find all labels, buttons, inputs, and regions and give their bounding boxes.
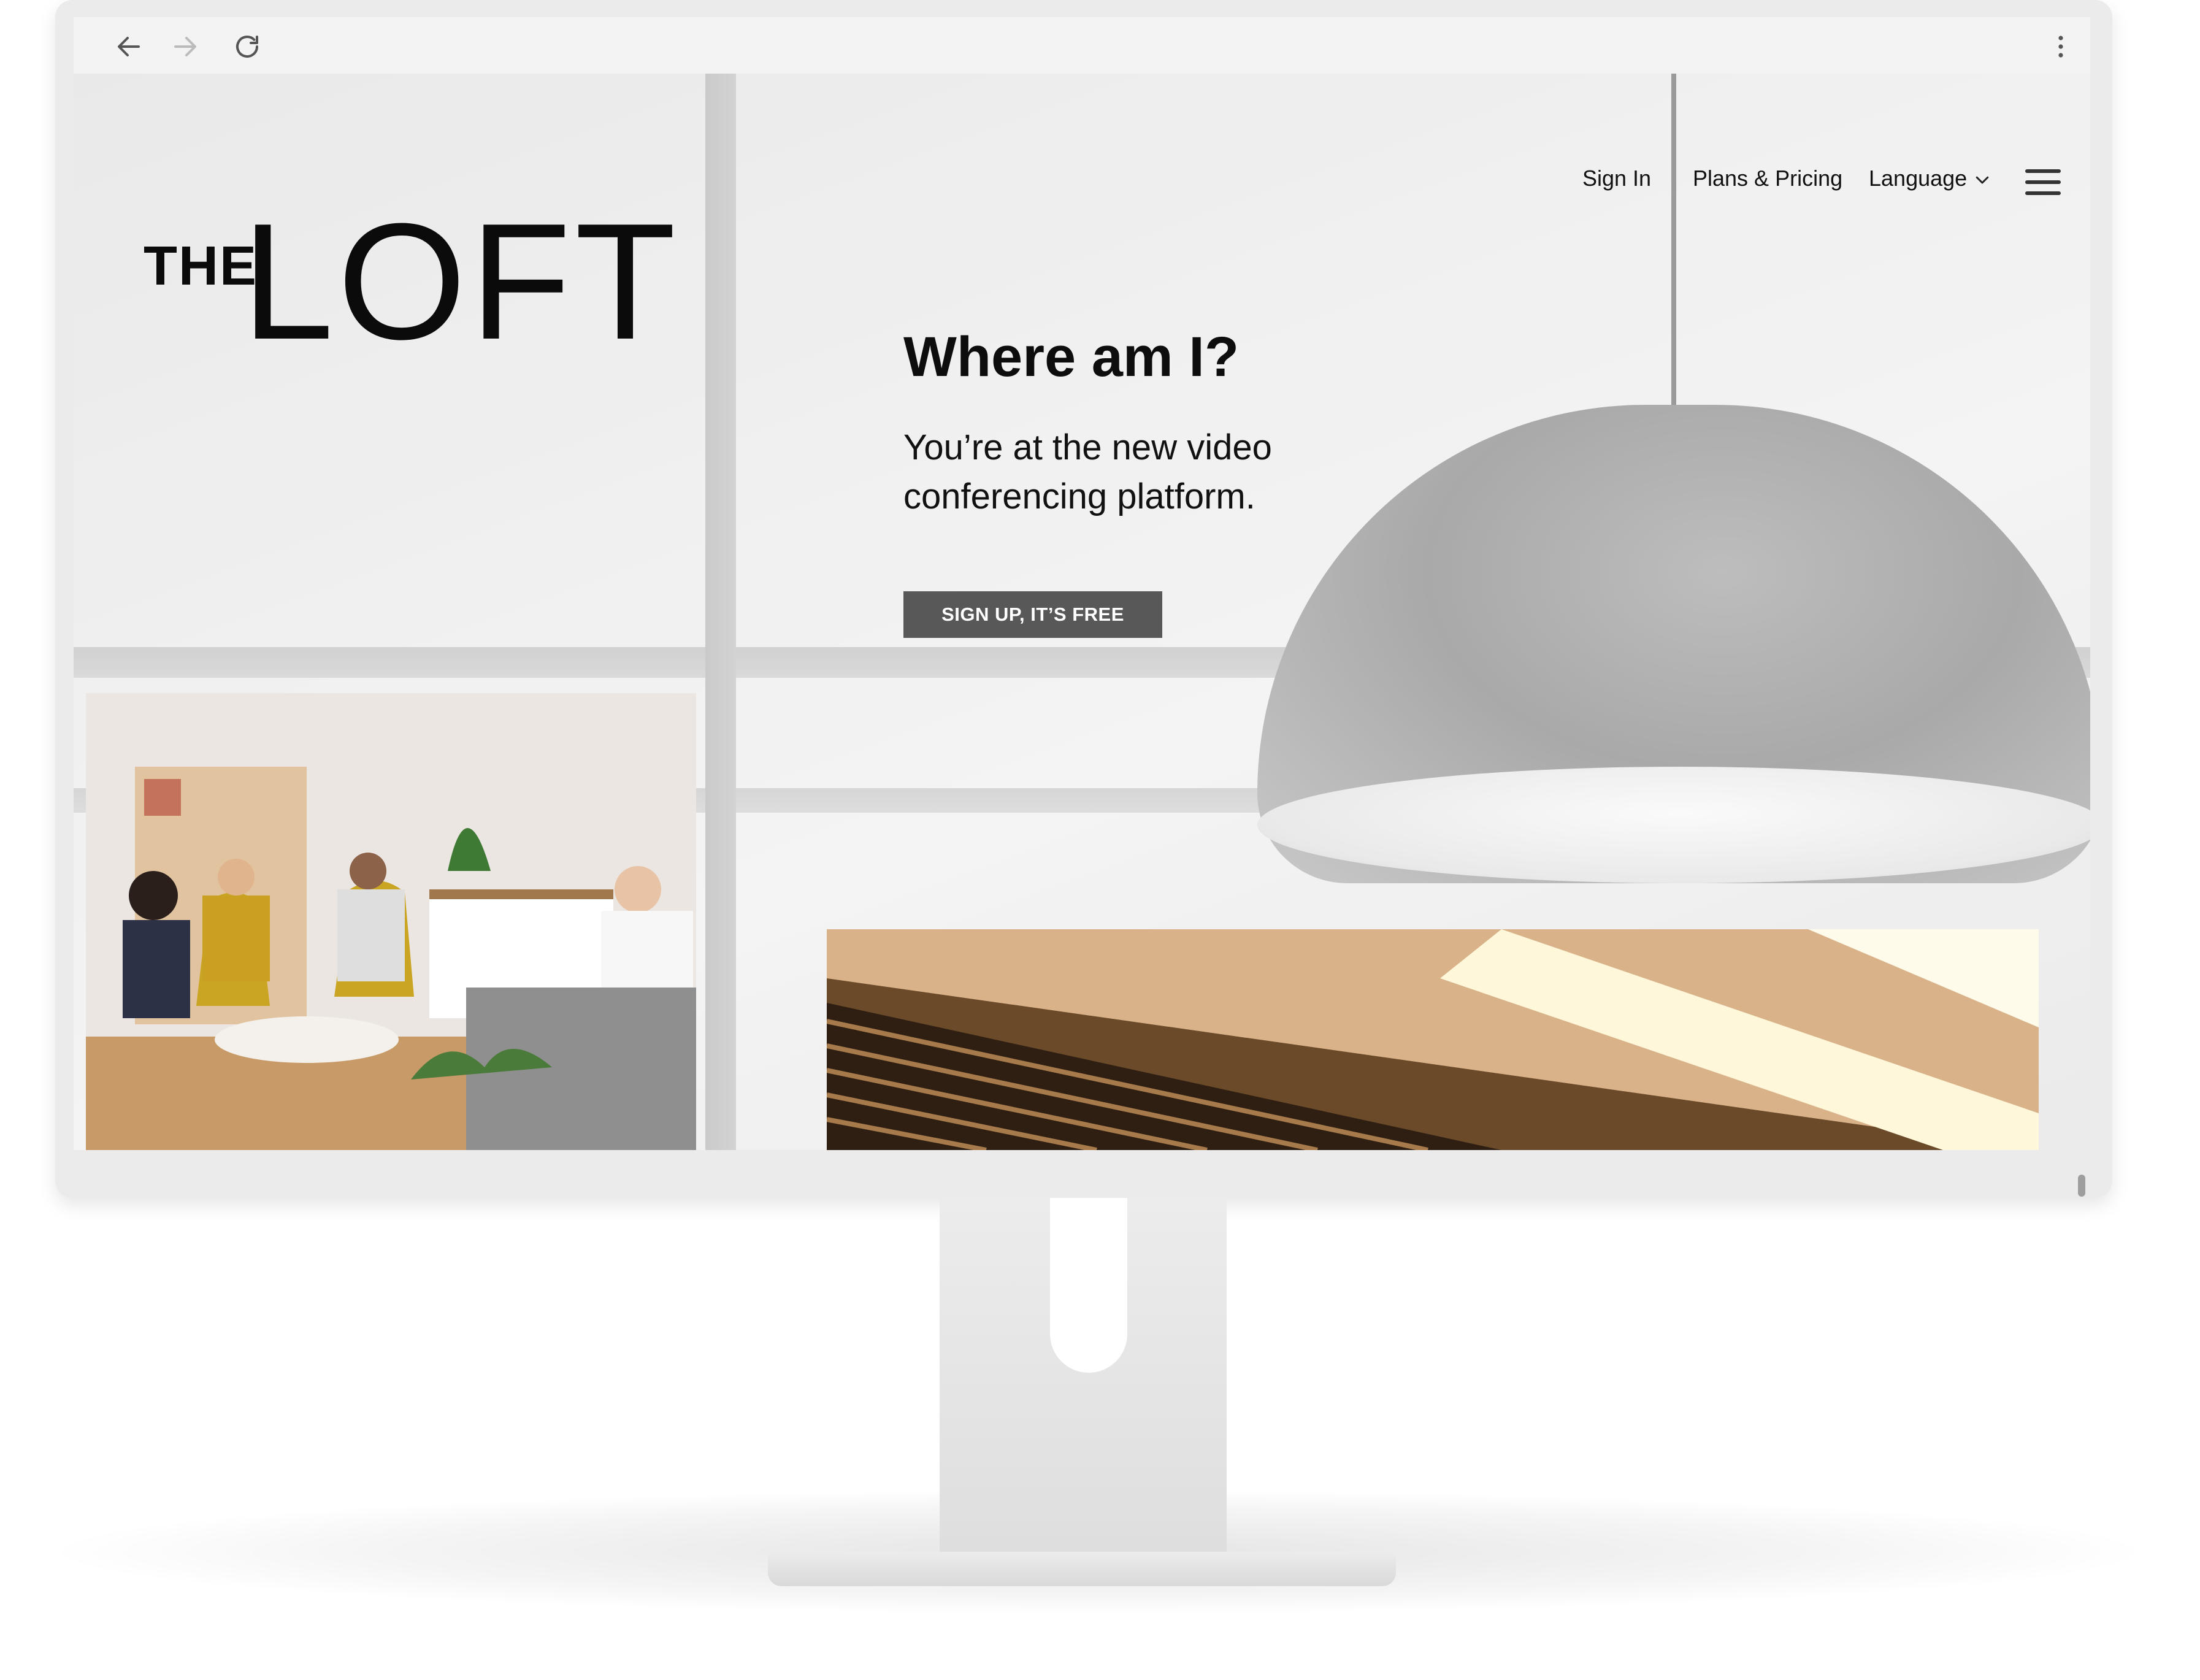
pendant-lamp-rim (1257, 767, 2090, 883)
people-meeting-illustration (86, 693, 696, 1150)
browser-window: Sign In Plans & Pricing Language THE LOF… (74, 17, 2090, 1150)
monitor-base (768, 1552, 1396, 1586)
logo-the: THE (144, 236, 258, 297)
lamp-cord (1671, 74, 1676, 417)
arrow-right-icon (174, 37, 196, 56)
browser-toolbar (74, 17, 2090, 74)
chevron-down-icon (1976, 176, 1989, 184)
people-meeting-photo (86, 693, 696, 1150)
sign-in-link[interactable]: Sign In (1582, 166, 1651, 191)
page-viewport: Sign In Plans & Pricing Language THE LOF… (74, 74, 2090, 1150)
logo-loft: LOFT (242, 190, 680, 374)
kebab-menu-icon (2058, 36, 2063, 58)
browser-menu-button[interactable] (2042, 28, 2079, 65)
back-button[interactable] (110, 28, 147, 65)
arrow-left-icon (118, 37, 140, 56)
ceiling-photo (827, 929, 2039, 1150)
ceiling-illustration (827, 929, 2039, 1150)
forward-button[interactable] (167, 28, 204, 65)
signup-button[interactable]: SIGN UP, IT’S FREE (903, 591, 1162, 638)
hero-subtitle: You’re at the new video conferencing pla… (903, 428, 1272, 516)
scrollbar-thumb[interactable] (2078, 1175, 2085, 1197)
language-dropdown[interactable]: Language (1869, 166, 1991, 191)
hero-title: Where am I? (903, 326, 1240, 388)
plans-pricing-link[interactable]: Plans & Pricing (1693, 166, 1842, 191)
reload-button[interactable] (229, 28, 266, 65)
hamburger-menu-icon[interactable] (2025, 169, 2061, 196)
language-label: Language (1869, 166, 1968, 191)
reload-icon (236, 36, 258, 58)
monitor-stand-slot (1050, 1198, 1127, 1373)
